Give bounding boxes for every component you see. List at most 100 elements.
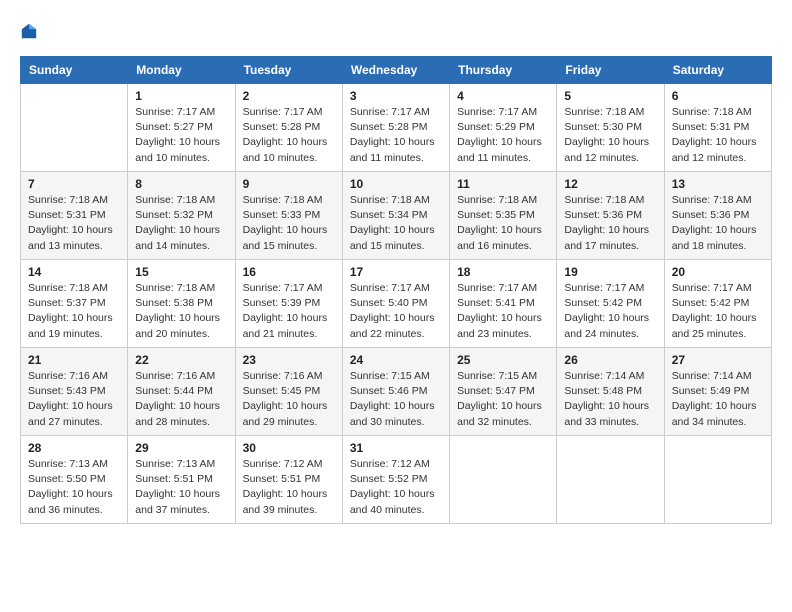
calendar-cell: 25 Sunrise: 7:15 AMSunset: 5:47 PMDayligh…	[450, 348, 557, 436]
calendar-cell	[21, 84, 128, 172]
day-number: 12	[564, 177, 656, 191]
day-detail: Sunrise: 7:15 AMSunset: 5:47 PMDaylight:…	[457, 369, 549, 430]
calendar-cell: 14 Sunrise: 7:18 AMSunset: 5:37 PMDayligh…	[21, 260, 128, 348]
calendar-cell: 8Sunrise: 7:18 AMSunset: 5:32 PMDaylight…	[128, 172, 235, 260]
calendar-week-row: 21 Sunrise: 7:16 AMSunset: 5:43 PMDayligh…	[21, 348, 772, 436]
day-detail: Sunrise: 7:18 AMSunset: 5:33 PMDaylight:…	[243, 193, 335, 254]
logo	[20, 20, 40, 40]
day-number: 18	[457, 265, 549, 279]
day-detail: Sunrise: 7:12 AMSunset: 5:51 PMDaylight:…	[243, 457, 335, 518]
calendar-cell: 28Sunrise: 7:13 AMSunset: 5:50 PMDayligh…	[21, 436, 128, 524]
calendar-cell: 21 Sunrise: 7:16 AMSunset: 5:43 PMDayligh…	[21, 348, 128, 436]
col-header-monday: Monday	[128, 57, 235, 84]
day-detail: Sunrise: 7:17 AMSunset: 5:27 PMDaylight:…	[135, 105, 227, 166]
day-number: 21	[28, 353, 120, 367]
calendar-cell: 12 Sunrise: 7:18 AMSunset: 5:36 PMDayligh…	[557, 172, 664, 260]
calendar-cell: 18Sunrise: 7:17 AMSunset: 5:41 PMDayligh…	[450, 260, 557, 348]
calendar-cell: 2 Sunrise: 7:17 AMSunset: 5:28 PMDaylight…	[235, 84, 342, 172]
day-number: 3	[350, 89, 442, 103]
day-detail: Sunrise: 7:17 AMSunset: 5:28 PMDaylight:…	[243, 105, 335, 166]
calendar-cell: 10Sunrise: 7:18 AMSunset: 5:34 PMDayligh…	[342, 172, 449, 260]
col-header-saturday: Saturday	[664, 57, 771, 84]
day-number: 24	[350, 353, 442, 367]
day-detail: Sunrise: 7:17 AMSunset: 5:42 PMDaylight:…	[564, 281, 656, 342]
calendar-cell: 22 Sunrise: 7:16 AMSunset: 5:44 PMDayligh…	[128, 348, 235, 436]
day-number: 30	[243, 441, 335, 455]
day-detail: Sunrise: 7:18 AMSunset: 5:36 PMDaylight:…	[564, 193, 656, 254]
calendar-cell: 19Sunrise: 7:17 AMSunset: 5:42 PMDayligh…	[557, 260, 664, 348]
day-detail: Sunrise: 7:15 AMSunset: 5:46 PMDaylight:…	[350, 369, 442, 430]
day-number: 29	[135, 441, 227, 455]
day-detail: Sunrise: 7:16 AMSunset: 5:43 PMDaylight:…	[28, 369, 120, 430]
calendar-cell: 20 Sunrise: 7:17 AMSunset: 5:42 PMDayligh…	[664, 260, 771, 348]
calendar-cell: 23Sunrise: 7:16 AMSunset: 5:45 PMDayligh…	[235, 348, 342, 436]
logo-icon	[20, 22, 38, 40]
calendar-cell: 15 Sunrise: 7:18 AMSunset: 5:38 PMDayligh…	[128, 260, 235, 348]
calendar-cell: 9Sunrise: 7:18 AMSunset: 5:33 PMDaylight…	[235, 172, 342, 260]
day-detail: Sunrise: 7:14 AMSunset: 5:48 PMDaylight:…	[564, 369, 656, 430]
day-number: 14	[28, 265, 120, 279]
day-number: 8	[135, 177, 227, 191]
day-detail: Sunrise: 7:14 AMSunset: 5:49 PMDaylight:…	[672, 369, 764, 430]
day-detail: Sunrise: 7:18 AMSunset: 5:38 PMDaylight:…	[135, 281, 227, 342]
day-detail: Sunrise: 7:17 AMSunset: 5:28 PMDaylight:…	[350, 105, 442, 166]
calendar-week-row: 1 Sunrise: 7:17 AMSunset: 5:27 PMDaylight…	[21, 84, 772, 172]
day-number: 11	[457, 177, 549, 191]
col-header-wednesday: Wednesday	[342, 57, 449, 84]
day-number: 27	[672, 353, 764, 367]
day-number: 22	[135, 353, 227, 367]
day-number: 17	[350, 265, 442, 279]
day-detail: Sunrise: 7:18 AMSunset: 5:37 PMDaylight:…	[28, 281, 120, 342]
col-header-friday: Friday	[557, 57, 664, 84]
calendar-cell: 5 Sunrise: 7:18 AMSunset: 5:30 PMDaylight…	[557, 84, 664, 172]
day-detail: Sunrise: 7:18 AMSunset: 5:31 PMDaylight:…	[672, 105, 764, 166]
calendar-cell: 24 Sunrise: 7:15 AMSunset: 5:46 PMDayligh…	[342, 348, 449, 436]
calendar-cell: 30 Sunrise: 7:12 AMSunset: 5:51 PMDayligh…	[235, 436, 342, 524]
day-number: 2	[243, 89, 335, 103]
day-number: 25	[457, 353, 549, 367]
day-number: 6	[672, 89, 764, 103]
col-header-tuesday: Tuesday	[235, 57, 342, 84]
day-detail: Sunrise: 7:13 AMSunset: 5:51 PMDaylight:…	[135, 457, 227, 518]
day-detail: Sunrise: 7:16 AMSunset: 5:45 PMDaylight:…	[243, 369, 335, 430]
day-number: 1	[135, 89, 227, 103]
day-number: 20	[672, 265, 764, 279]
calendar-cell: 29 Sunrise: 7:13 AMSunset: 5:51 PMDayligh…	[128, 436, 235, 524]
calendar-cell	[664, 436, 771, 524]
calendar-cell: 4 Sunrise: 7:17 AMSunset: 5:29 PMDaylight…	[450, 84, 557, 172]
calendar-week-row: 7 Sunrise: 7:18 AMSunset: 5:31 PMDaylight…	[21, 172, 772, 260]
col-header-thursday: Thursday	[450, 57, 557, 84]
day-detail: Sunrise: 7:16 AMSunset: 5:44 PMDaylight:…	[135, 369, 227, 430]
day-number: 4	[457, 89, 549, 103]
day-detail: Sunrise: 7:17 AMSunset: 5:42 PMDaylight:…	[672, 281, 764, 342]
calendar-cell: 3 Sunrise: 7:17 AMSunset: 5:28 PMDaylight…	[342, 84, 449, 172]
day-detail: Sunrise: 7:18 AMSunset: 5:31 PMDaylight:…	[28, 193, 120, 254]
day-number: 13	[672, 177, 764, 191]
calendar-week-row: 28Sunrise: 7:13 AMSunset: 5:50 PMDayligh…	[21, 436, 772, 524]
day-detail: Sunrise: 7:12 AMSunset: 5:52 PMDaylight:…	[350, 457, 442, 518]
day-number: 26	[564, 353, 656, 367]
day-number: 31	[350, 441, 442, 455]
calendar-cell: 7 Sunrise: 7:18 AMSunset: 5:31 PMDaylight…	[21, 172, 128, 260]
col-header-sunday: Sunday	[21, 57, 128, 84]
day-detail: Sunrise: 7:18 AMSunset: 5:36 PMDaylight:…	[672, 193, 764, 254]
page-header	[20, 20, 772, 40]
calendar-cell: 13 Sunrise: 7:18 AMSunset: 5:36 PMDayligh…	[664, 172, 771, 260]
calendar-cell: 1 Sunrise: 7:17 AMSunset: 5:27 PMDaylight…	[128, 84, 235, 172]
calendar-cell: 6 Sunrise: 7:18 AMSunset: 5:31 PMDaylight…	[664, 84, 771, 172]
day-number: 28	[28, 441, 120, 455]
day-detail: Sunrise: 7:18 AMSunset: 5:30 PMDaylight:…	[564, 105, 656, 166]
calendar-cell: 31 Sunrise: 7:12 AMSunset: 5:52 PMDayligh…	[342, 436, 449, 524]
calendar-cell: 27 Sunrise: 7:14 AMSunset: 5:49 PMDayligh…	[664, 348, 771, 436]
calendar-cell	[557, 436, 664, 524]
day-detail: Sunrise: 7:18 AMSunset: 5:35 PMDaylight:…	[457, 193, 549, 254]
calendar-cell: 11 Sunrise: 7:18 AMSunset: 5:35 PMDayligh…	[450, 172, 557, 260]
calendar-cell: 26 Sunrise: 7:14 AMSunset: 5:48 PMDayligh…	[557, 348, 664, 436]
calendar-cell	[450, 436, 557, 524]
day-number: 7	[28, 177, 120, 191]
day-detail: Sunrise: 7:17 AMSunset: 5:29 PMDaylight:…	[457, 105, 549, 166]
calendar-header-row: SundayMondayTuesdayWednesdayThursdayFrid…	[21, 57, 772, 84]
calendar-cell: 17Sunrise: 7:17 AMSunset: 5:40 PMDayligh…	[342, 260, 449, 348]
day-number: 15	[135, 265, 227, 279]
day-number: 5	[564, 89, 656, 103]
